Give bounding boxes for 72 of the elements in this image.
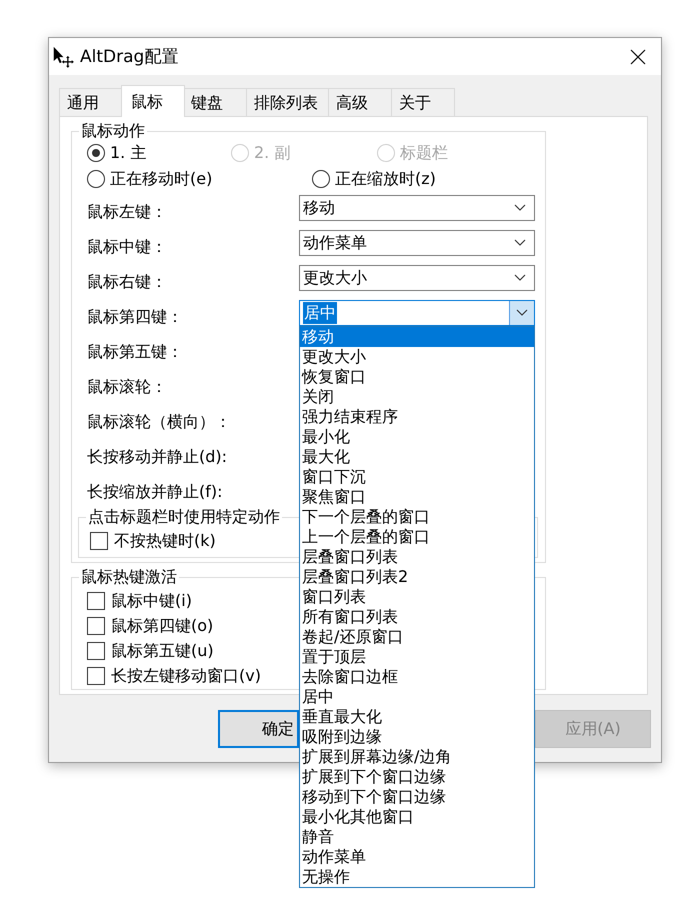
field-label: 鼠标中键： [87, 237, 167, 257]
dropdown-field[interactable]: 移动 [299, 194, 535, 220]
dropdown-option[interactable]: 下一个层叠的窗口 [300, 506, 534, 526]
dropdown-option[interactable]: 更改大小 [300, 346, 534, 366]
radio-label[interactable]: 1. 主 [110, 143, 146, 163]
chevron-down-icon[interactable] [514, 274, 526, 281]
checkbox[interactable] [87, 616, 105, 634]
dropdown-option[interactable]: 卷起/还原窗口 [300, 626, 534, 646]
dropdown-option[interactable]: 扩展到下个窗口边缘 [300, 766, 534, 786]
dialog-button[interactable]: 确定 [218, 710, 299, 748]
dropdown-option[interactable]: 无操作 [300, 866, 534, 886]
dropdown-option[interactable]: 垂直最大化 [300, 706, 534, 726]
checkbox-label[interactable]: 长按左键移动窗口(v) [111, 666, 261, 686]
field-label: 鼠标第四键： [87, 307, 183, 327]
checkbox[interactable] [87, 642, 105, 660]
chevron-down-icon [516, 309, 528, 316]
field-label: 鼠标左键： [87, 202, 167, 222]
dropdown-option[interactable]: 窗口列表 [300, 586, 534, 606]
radio-label[interactable]: 正在移动时(e) [110, 169, 212, 189]
dropdown-button[interactable] [509, 300, 534, 324]
radio-button[interactable] [312, 170, 330, 188]
dropdown-option[interactable]: 所有窗口列表 [300, 606, 534, 626]
dropdown-option[interactable]: 扩展到屏幕边缘/边角 [300, 746, 534, 766]
field-label: 长按缩放并静止(f): [87, 482, 223, 502]
checkbox-label[interactable]: 鼠标中键(i) [111, 590, 192, 610]
dropdown-field[interactable]: 更改大小 [299, 264, 535, 290]
tab[interactable]: 鼠标 [121, 85, 185, 117]
radio-button[interactable] [87, 170, 105, 188]
dropdown-field[interactable]: 动作菜单 [299, 230, 535, 256]
field-label: 鼠标滚轮（横向）： [87, 412, 231, 432]
tab[interactable]: 通用 [59, 88, 123, 116]
dropdown-option[interactable]: 置于顶层 [300, 646, 534, 666]
dropdown-option[interactable]: 最大化 [300, 446, 534, 466]
radio-button[interactable] [87, 144, 105, 162]
dropdown-option[interactable]: 移动 [300, 326, 534, 346]
checkbox-label[interactable]: 鼠标第四键(o) [111, 616, 214, 636]
dropdown-field[interactable]: 居中 [299, 300, 535, 326]
dropdown-option[interactable]: 层叠窗口列表 [300, 546, 534, 566]
group-title: 点击标题栏时使用特定动作 [87, 507, 281, 527]
dropdown-option[interactable]: 吸附到边缘 [300, 726, 534, 746]
dropdown-option[interactable]: 强力结束程序 [300, 406, 534, 426]
close-icon[interactable] [630, 48, 646, 64]
field-label: 鼠标滚轮： [87, 377, 167, 397]
checkbox[interactable] [87, 666, 105, 684]
dropdown-option[interactable]: 去除窗口边框 [300, 666, 534, 686]
dropdown-option[interactable]: 居中 [300, 686, 534, 706]
cursor-move-icon [52, 46, 74, 68]
field-label: 鼠标右键： [87, 272, 167, 292]
chevron-down-icon[interactable] [514, 239, 526, 246]
checkbox[interactable] [87, 592, 105, 610]
dropdown-option[interactable]: 聚焦窗口 [300, 486, 534, 506]
dropdown-option[interactable]: 最小化其他窗口 [300, 806, 534, 826]
checkbox[interactable] [90, 532, 108, 550]
dropdown-option[interactable]: 上一个层叠的窗口 [300, 526, 534, 546]
checkbox-label[interactable]: 鼠标第五键(u) [111, 640, 214, 660]
field-label: 鼠标第五键： [87, 342, 183, 362]
radio-label[interactable]: 正在缩放时(z) [335, 169, 436, 189]
dropdown-option[interactable]: 最小化 [300, 426, 534, 446]
window-title: AltDrag配置 [80, 46, 180, 68]
group-title: 鼠标热键激活 [80, 567, 178, 587]
chevron-down-icon[interactable] [514, 204, 526, 211]
dropdown-option[interactable]: 移动到下个窗口边缘 [300, 786, 534, 806]
group-title: 鼠标动作 [80, 121, 146, 141]
tab[interactable]: 关于 [391, 88, 455, 116]
dropdown-option[interactable]: 恢复窗口 [300, 366, 534, 386]
dropdown-option[interactable]: 关闭 [300, 386, 534, 406]
dropdown-option[interactable]: 动作菜单 [300, 846, 534, 866]
dropdown-option[interactable]: 静音 [300, 826, 534, 846]
field-label: 长按移动并静止(d): [87, 447, 228, 467]
checkbox-label[interactable]: 不按热键时(k) [114, 531, 216, 551]
dropdown-option[interactable]: 层叠窗口列表2 [300, 566, 534, 586]
dropdown-option[interactable]: 窗口下沉 [300, 466, 534, 486]
